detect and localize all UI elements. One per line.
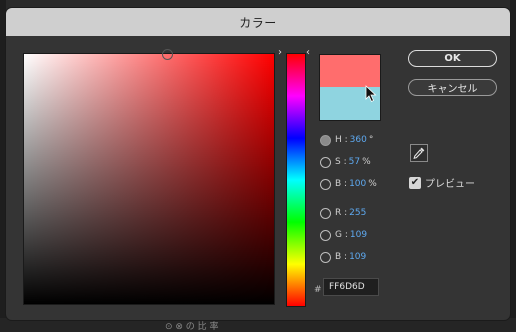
- dialog-title: カラー: [239, 15, 277, 30]
- hue-row: H : 360 °: [320, 133, 373, 147]
- saturation-value[interactable]: 57: [349, 157, 360, 167]
- checkmark-icon: ✔: [410, 176, 420, 188]
- blue-value[interactable]: 109: [349, 252, 366, 262]
- brightness-unit: %: [368, 179, 377, 189]
- hue-unit: °: [368, 135, 374, 145]
- preview-checkbox[interactable]: ✔: [409, 176, 421, 189]
- background-right-edge: [510, 0, 516, 332]
- cancel-button[interactable]: キャンセル: [408, 79, 497, 96]
- green-label: G :: [335, 230, 348, 240]
- hue-slider[interactable]: [286, 53, 306, 307]
- background-label: ⊙ ⊗ の 比 率: [165, 322, 219, 332]
- red-row: R : 255: [320, 206, 366, 220]
- eyedropper-button[interactable]: [410, 144, 428, 162]
- saturation-label: S :: [335, 157, 347, 167]
- saturation-row: S : 57 %: [320, 155, 371, 169]
- saturation-unit: %: [362, 157, 371, 167]
- preview-option[interactable]: ✔ プレビュー: [409, 175, 475, 190]
- red-value[interactable]: 255: [349, 208, 366, 218]
- hue-radio[interactable]: [320, 134, 331, 146]
- blue-radio[interactable]: [320, 251, 331, 263]
- color-picker-dialog: カラー › ‹ OK キャンセル H : 360 ° S : 57 % B : …: [6, 8, 510, 320]
- brightness-radio[interactable]: [320, 178, 331, 190]
- brightness-value[interactable]: 100: [349, 179, 366, 189]
- eyedropper-icon: [413, 147, 425, 160]
- hex-input[interactable]: FF6D6D: [323, 278, 379, 296]
- background-panel: [0, 318, 516, 332]
- red-radio[interactable]: [320, 207, 331, 219]
- ok-button[interactable]: OK: [408, 50, 497, 67]
- dialog-titlebar[interactable]: カラー: [6, 8, 510, 36]
- brightness-label: B :: [335, 179, 348, 189]
- chevron-right-icon: ›: [278, 47, 282, 58]
- chevron-left-icon: ‹: [306, 47, 310, 58]
- preview-label: プレビュー: [425, 179, 475, 190]
- mouse-pointer-icon: [365, 85, 377, 103]
- hex-prefix: #: [314, 285, 322, 295]
- hue-label: H :: [335, 135, 348, 145]
- saturation-brightness-field[interactable]: [23, 49, 275, 305]
- saturation-radio[interactable]: [320, 156, 331, 168]
- color-field-marker[interactable]: [161, 49, 173, 60]
- green-row: G : 109: [320, 228, 367, 242]
- brightness-row: B : 100 %: [320, 177, 377, 191]
- blue-label: B :: [335, 252, 348, 262]
- green-radio[interactable]: [320, 229, 331, 241]
- blue-row: B : 109: [320, 250, 366, 264]
- red-label: R :: [335, 208, 348, 218]
- green-value[interactable]: 109: [350, 230, 367, 240]
- new-color-swatch: [319, 54, 381, 87]
- hue-value[interactable]: 360: [350, 135, 367, 145]
